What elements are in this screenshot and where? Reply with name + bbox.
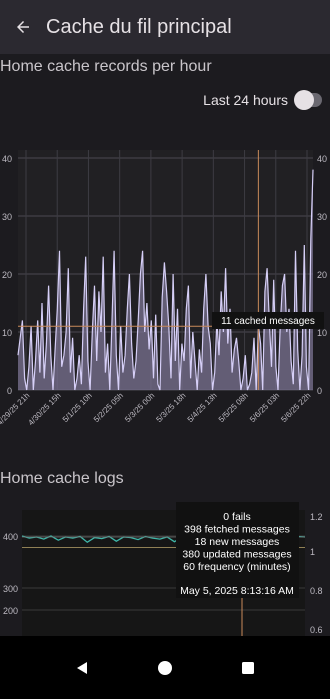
- top-app-bar: Cache du fil principal: [0, 0, 330, 54]
- y-tick-label-left: 10: [2, 328, 12, 338]
- page-title: Cache du fil principal: [46, 15, 232, 38]
- y-tick-label-right: 20: [317, 270, 327, 280]
- last-24-hours-switch[interactable]: [294, 90, 322, 110]
- logs-y-tick-right: 0.6: [310, 625, 323, 635]
- logs-y-tick-right: 1: [310, 547, 315, 557]
- logs-heading: Home cache logs: [0, 470, 124, 487]
- last-24-hours-label: Last 24 hours: [203, 92, 288, 108]
- logs-tooltip-line: 60 frequency (minutes): [183, 561, 290, 573]
- y-tick-label-left: 40: [2, 154, 12, 164]
- x-tick-label: 5/6/25 22h: [279, 391, 312, 424]
- x-tick-label: 5/1/25 10h: [61, 391, 94, 424]
- y-tick-label-right: 0: [317, 386, 322, 396]
- x-tick-label: 5/3/25 00h: [123, 391, 156, 424]
- y-tick-label-left: 0: [7, 386, 12, 396]
- nav-back-button[interactable]: [62, 648, 102, 688]
- x-tick-label: 5/6/25 03h: [248, 391, 281, 424]
- records-tooltip-text: 11 cached messages: [221, 316, 315, 327]
- logs-tooltip-line: 398 fetched messages: [184, 524, 290, 536]
- square-recents-icon: [242, 661, 255, 674]
- records-heading: Home cache records per hour: [0, 58, 212, 75]
- back-button[interactable]: [0, 0, 46, 54]
- logs-tooltip-line: 0 fails: [223, 511, 250, 523]
- x-tick-label: 5/5/25 08h: [217, 391, 250, 424]
- logs-y-tick-right: 0.8: [310, 586, 323, 596]
- y-tick-label-right: 10: [317, 328, 327, 338]
- logs-y-tick-left: 300: [3, 584, 18, 594]
- y-tick-label-left: 30: [2, 212, 12, 222]
- x-tick-label: 5/3/25 18h: [154, 391, 187, 424]
- logs-y-tick-left: 200: [3, 606, 18, 616]
- records-per-hour-chart: 0 010 1020 2030 3040 404/29/25 21h4/30/25 15h…: [0, 150, 327, 427]
- logs-tooltip-line: 380 updated messages: [182, 549, 291, 561]
- logs-tooltip-line: 18 new messages: [195, 536, 280, 548]
- logs-y-tick-right: 1.2: [310, 512, 323, 522]
- triangle-back-icon: [76, 661, 87, 674]
- logs-y-tick-left: 400: [3, 532, 18, 542]
- y-tick-label-left: 20: [2, 270, 12, 280]
- nav-home-button[interactable]: [145, 648, 185, 688]
- y-tick-label-right: 30: [317, 212, 327, 222]
- nav-recents-button[interactable]: [228, 648, 268, 688]
- arrow-back-icon: [17, 21, 29, 33]
- logs-tooltip-date: May 5, 2025 8:13:16 AM: [180, 585, 294, 597]
- y-tick-label-right: 40: [317, 154, 327, 164]
- x-tick-label: 4/30/25 15h: [26, 391, 62, 427]
- switch-knob: [294, 90, 314, 110]
- cache-logs-chart: 200 300 400 0.6 0.8 1 1.2 0 fails398 fetched me…: [3, 502, 323, 636]
- x-tick-label: 5/2/25 05h: [92, 391, 125, 424]
- circle-home-icon: [157, 660, 172, 675]
- system-nav-bar: [0, 636, 330, 699]
- x-tick-label: 5/4/25 13h: [186, 391, 219, 424]
- last-24-hours-toggle-row[interactable]: Last 24 hours: [203, 90, 322, 110]
